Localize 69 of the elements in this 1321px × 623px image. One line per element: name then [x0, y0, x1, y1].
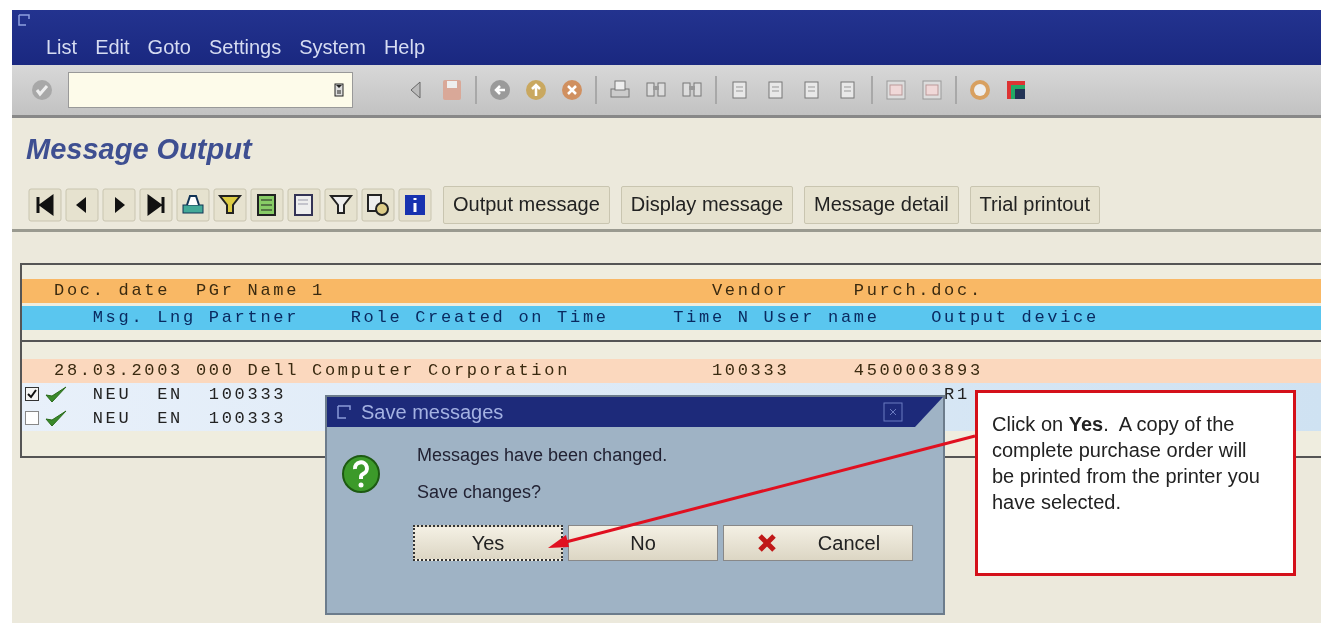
printer-icon[interactable] [176, 187, 210, 222]
column-header: Time [673, 308, 725, 327]
list-cell: 4500003893 [853, 361, 983, 380]
checkbox[interactable] [25, 387, 39, 401]
checkmark-icon [44, 409, 68, 429]
info-icon[interactable] [398, 187, 432, 222]
document-icon[interactable] [287, 187, 321, 222]
list-cell: 100333 [208, 385, 287, 404]
previous-icon[interactable] [65, 187, 99, 222]
column-header: Vendor [711, 281, 790, 300]
list-cell: 000 [195, 361, 235, 380]
menu-item[interactable]: Edit [95, 36, 130, 59]
menu-item[interactable]: List [46, 36, 78, 59]
cancel-icon[interactable] [559, 77, 585, 103]
callout-text: Click on Yes. A copy of the complete purchase order will be printed from the printer you have selected. [992, 412, 1261, 515]
column-header: Name 1 [247, 281, 325, 300]
list-cell: NEU [92, 409, 132, 428]
list-cell: EN [157, 409, 183, 428]
toolbar-button[interactable]: Display message [620, 185, 794, 224]
filter-icon[interactable] [213, 187, 247, 222]
dialog-message: Messages have been changed. [417, 445, 668, 466]
next-icon[interactable] [102, 187, 136, 222]
list-cell: 100333 [711, 361, 790, 380]
column-header: N [737, 308, 751, 327]
dialog-title: Save messages [361, 400, 505, 424]
question-icon [341, 454, 381, 494]
column-header: PGr [195, 281, 235, 300]
menu-item[interactable]: System [299, 36, 366, 59]
list-cell: EN [157, 385, 183, 404]
cross-icon [755, 532, 778, 554]
column-header: Time [557, 308, 609, 327]
last-icon[interactable] [139, 187, 173, 222]
copy-icon[interactable] [361, 187, 395, 222]
no-button[interactable]: No [568, 525, 718, 561]
yes-button[interactable]: Yes [413, 525, 563, 561]
column-header: Lng [157, 308, 196, 327]
close-icon[interactable] [883, 402, 903, 422]
menu-item[interactable]: Help [383, 36, 426, 59]
toolbar-button[interactable]: Trial printout [969, 185, 1100, 224]
menu-item[interactable]: Goto [147, 36, 191, 59]
enter-button[interactable] [30, 78, 54, 102]
checkmark-icon [44, 385, 68, 405]
up-icon[interactable] [523, 77, 549, 103]
list-cell: NEU [92, 385, 132, 404]
funnel-icon[interactable] [324, 187, 358, 222]
column-header: Created on [415, 308, 545, 327]
column-header: Partner [208, 308, 300, 327]
column-header: Msg. [92, 308, 145, 327]
column-header: Role [350, 308, 403, 327]
dropdown-icon[interactable] [334, 83, 344, 97]
column-header: Output device [931, 308, 1099, 327]
menu-item[interactable]: Settings [208, 36, 282, 59]
list-cell: 28.03.2003 [54, 361, 184, 380]
list-cell: 100333 [208, 409, 287, 428]
list-cell: R1 [944, 385, 970, 404]
list-icon[interactable] [250, 187, 284, 222]
cancel-button[interactable]: Cancel [723, 525, 913, 561]
screen-title: Message Output [26, 132, 252, 166]
toolbar-button[interactable]: Output message [443, 185, 610, 224]
exit-icon[interactable] [487, 77, 513, 103]
list-cell: Dell Computer Corporation [247, 361, 571, 380]
toolbar-button[interactable]: Message detail [804, 185, 959, 224]
dialog-message: Save changes? [417, 482, 543, 503]
column-header: Purch.doc. [853, 281, 983, 300]
checkbox[interactable] [25, 411, 39, 425]
column-header: User name [763, 308, 880, 327]
command-field[interactable] [68, 72, 353, 108]
column-header: Doc. date [54, 281, 171, 300]
first-icon[interactable] [28, 187, 62, 222]
